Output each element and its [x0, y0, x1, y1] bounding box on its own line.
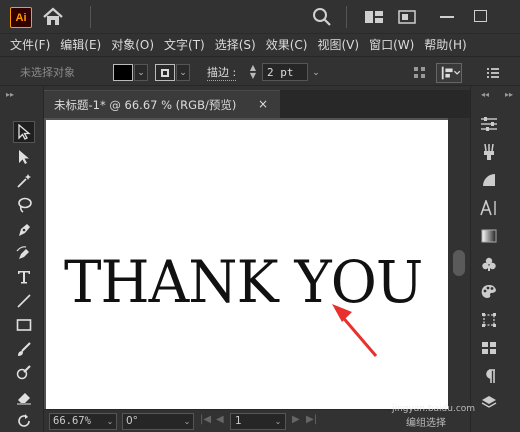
gradient-icon[interactable]	[479, 226, 499, 246]
rotation-chevron-down-icon[interactable]: ⌄	[181, 413, 193, 430]
stroke-weight-chevron-icon[interactable]: ⌄	[309, 64, 323, 81]
align-icon[interactable]	[479, 338, 499, 358]
align-panel-icon[interactable]	[436, 63, 462, 83]
document-tab-strip: 未标题-1* @ 66.67 % (RGB/预览) ×	[44, 90, 470, 118]
brushes-icon[interactable]	[479, 142, 499, 162]
app-logo: Ai	[10, 7, 32, 28]
window-icon[interactable]	[398, 10, 416, 24]
rotate-tool-icon[interactable]	[13, 410, 35, 432]
watermark: jingyan.baidu.com	[392, 404, 476, 414]
stroke-weight-field[interactable]: 2 pt	[262, 63, 308, 81]
control-bar: 未选择对象 ⌄ ⌄ 描边 : ▲ ▼ 2 pt ⌄	[0, 56, 520, 86]
menu-select[interactable]: 选择(S)	[215, 36, 256, 53]
artboard[interactable]: THANK YOU	[46, 120, 448, 409]
paragraph-icon[interactable]	[479, 366, 499, 386]
stroke-stepper-icon[interactable]: ▲ ▼	[247, 64, 259, 81]
transform-icon[interactable]	[479, 310, 499, 330]
status-text: 编组选择	[406, 418, 446, 429]
illustrator-window: Ai 文件(F) 编辑(E) 对象(O) 文字(T) 选择(S) 效果(C) 视…	[0, 0, 520, 432]
close-icon[interactable]: ×	[258, 97, 268, 111]
menu-help[interactable]: 帮助(H)	[424, 36, 466, 53]
character-icon[interactable]	[479, 198, 499, 218]
selection-tool-icon[interactable]	[13, 121, 35, 143]
document-tab[interactable]: 未标题-1* @ 66.67 % (RGB/预览) ×	[44, 90, 280, 118]
tools-panel: ▸▸	[0, 86, 44, 432]
menu-file[interactable]: 文件(F)	[10, 36, 50, 53]
fill-color-swatch[interactable]	[113, 64, 133, 81]
expand-panels-chevron-icon[interactable]: ◂◂	[481, 90, 489, 99]
selection-status: 未选择对象	[20, 66, 75, 79]
layers-icon[interactable]	[479, 392, 499, 412]
arrange-icon[interactable]	[364, 10, 384, 24]
menu-object[interactable]: 对象(O)	[111, 36, 154, 53]
panel-menu-icon[interactable]	[486, 66, 500, 80]
red-arrow-annotation	[332, 304, 378, 357]
curvature-tool-icon[interactable]	[13, 242, 35, 264]
eraser-tool-icon[interactable]	[13, 386, 35, 408]
line-tool-icon[interactable]	[13, 290, 35, 312]
fill-dropdown-chevron-icon[interactable]: ⌄	[134, 64, 148, 81]
divider	[90, 6, 91, 28]
menu-bar: 文件(F) 编辑(E) 对象(O) 文字(T) 选择(S) 效果(C) 视图(V…	[0, 34, 520, 54]
stroke-label[interactable]: 描边 :	[207, 64, 237, 81]
first-artboard-icon[interactable]: |◀	[200, 414, 211, 425]
artboard-chevron-down-icon[interactable]: ⌄	[272, 413, 284, 430]
menu-effect[interactable]: 效果(C)	[266, 36, 308, 53]
menu-window[interactable]: 窗口(W)	[369, 36, 414, 53]
direct-selection-tool-icon[interactable]	[13, 146, 35, 168]
paintbrush-tool-icon[interactable]	[13, 338, 35, 360]
last-artboard-icon[interactable]: ▶|	[306, 414, 317, 425]
search-icon[interactable]	[312, 7, 332, 27]
document-tab-title: 未标题-1* @ 66.67 % (RGB/预览)	[54, 98, 237, 112]
home-icon[interactable]	[42, 7, 64, 27]
panel-dock: ◂◂ ▸▸	[470, 86, 520, 432]
divider	[346, 6, 347, 28]
menu-edit[interactable]: 编辑(E)	[60, 36, 101, 53]
rectangle-tool-icon[interactable]	[13, 314, 35, 336]
zoom-chevron-down-icon[interactable]: ⌄	[104, 413, 116, 430]
pen-tool-icon[interactable]	[13, 218, 35, 240]
menu-type[interactable]: 文字(T)	[164, 36, 205, 53]
title-bar: Ai	[0, 0, 520, 34]
collapse-chevron-icon[interactable]: ▸▸	[505, 90, 513, 99]
stroke-color-swatch[interactable]	[155, 64, 175, 81]
previous-artboard-icon[interactable]: ◀	[216, 414, 224, 425]
scrollbar-thumb[interactable]	[453, 250, 465, 276]
next-artboard-icon[interactable]: ▶	[292, 414, 300, 425]
lasso-tool-icon[interactable]	[13, 194, 35, 216]
vertical-scrollbar[interactable]	[448, 118, 470, 409]
collapse-chevron-icon[interactable]: ▸▸	[6, 90, 14, 99]
maximize-icon[interactable]	[474, 10, 487, 22]
properties-icon[interactable]	[479, 114, 499, 134]
canvas-area[interactable]: THANK YOU	[44, 118, 470, 409]
type-tool-icon[interactable]	[13, 266, 35, 288]
color-icon[interactable]	[479, 282, 499, 302]
grid-options-icon[interactable]	[413, 66, 427, 80]
stroke-dropdown-chevron-icon[interactable]: ⌄	[176, 64, 190, 81]
symbols-icon[interactable]	[479, 254, 499, 274]
shaper-tool-icon[interactable]	[13, 362, 35, 384]
transparency-icon[interactable]	[479, 170, 499, 190]
minimize-icon[interactable]	[440, 16, 454, 18]
magic-wand-tool-icon[interactable]	[13, 170, 35, 192]
menu-view[interactable]: 视图(V)	[317, 36, 359, 53]
